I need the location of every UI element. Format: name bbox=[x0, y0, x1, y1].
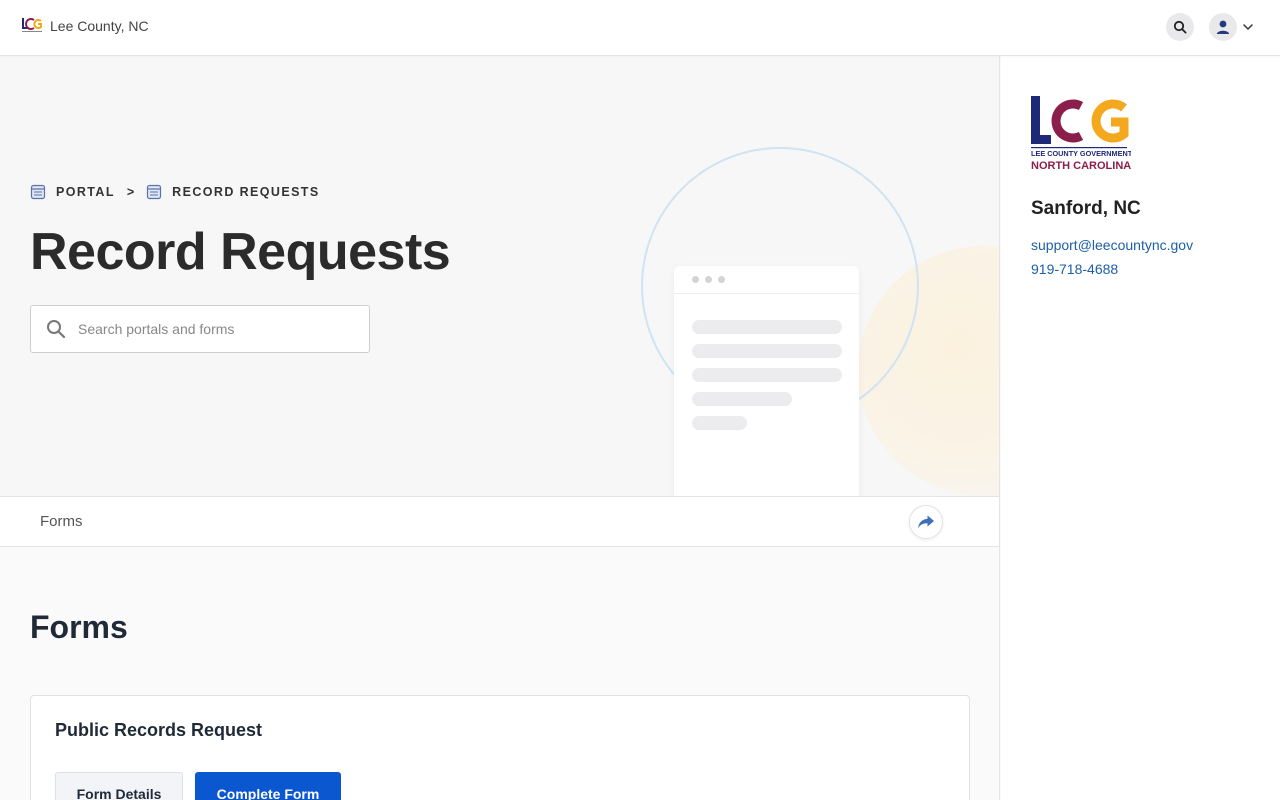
placeholder-line bbox=[692, 344, 842, 358]
city-name: Sanford, NC bbox=[1031, 198, 1141, 219]
placeholder-line bbox=[692, 368, 842, 382]
user-icon bbox=[1216, 20, 1230, 34]
share-button[interactable] bbox=[909, 505, 943, 539]
breadcrumb: PORTAL > RECORD REQUESTS bbox=[30, 184, 320, 200]
nav-link-forms[interactable]: Forms bbox=[40, 513, 83, 530]
header-search-button[interactable] bbox=[1166, 13, 1194, 41]
page-title: Record Requests bbox=[30, 223, 451, 281]
support-phone-link[interactable]: 919-718-4688 bbox=[1031, 261, 1118, 277]
contact-sidebar: LEE COUNTY GOVERNMENT NORTH CAROLINA San… bbox=[1001, 56, 1280, 800]
search-icon bbox=[1173, 20, 1187, 34]
card-header bbox=[674, 266, 859, 294]
breadcrumb-separator: > bbox=[126, 185, 135, 199]
main-content: PORTAL > RECORD REQUESTS Record Requests… bbox=[0, 56, 1000, 800]
section-nav: Forms bbox=[0, 496, 999, 547]
portal-search[interactable] bbox=[30, 305, 370, 353]
breadcrumb-record-requests[interactable]: RECORD REQUESTS bbox=[172, 185, 319, 199]
logo-line-state: NORTH CAROLINA bbox=[1031, 160, 1131, 172]
search-icon bbox=[47, 320, 66, 339]
hero-decoration-card bbox=[674, 266, 859, 496]
breadcrumb-portal[interactable]: PORTAL bbox=[56, 185, 115, 199]
user-menu-button[interactable] bbox=[1209, 13, 1237, 41]
top-bar: Lee County, NC bbox=[0, 0, 1280, 56]
hero: PORTAL > RECORD REQUESTS Record Requests bbox=[0, 56, 999, 496]
form-details-button[interactable]: Form Details bbox=[55, 772, 183, 800]
lee-county-government-logo: LEE COUNTY GOVERNMENT NORTH CAROLINA bbox=[1031, 96, 1131, 172]
forms-section-title: Forms bbox=[30, 609, 128, 645]
site-name: Lee County, NC bbox=[50, 18, 149, 34]
window-dot bbox=[705, 276, 712, 283]
county-logo-icon bbox=[22, 18, 42, 32]
support-email-link[interactable]: support@leecountync.gov bbox=[1031, 237, 1193, 253]
portal-icon bbox=[30, 184, 46, 200]
search-input[interactable] bbox=[78, 321, 338, 337]
placeholder-line bbox=[692, 320, 842, 334]
form-card: Public Records Request Form Details Comp… bbox=[30, 695, 970, 800]
brand[interactable]: Lee County, NC bbox=[22, 17, 149, 35]
window-dot bbox=[692, 276, 699, 283]
logo-line-government: LEE COUNTY GOVERNMENT bbox=[1031, 149, 1131, 158]
complete-form-button[interactable]: Complete Form bbox=[195, 772, 341, 800]
placeholder-line bbox=[692, 416, 747, 430]
chevron-down-icon[interactable] bbox=[1241, 20, 1255, 34]
placeholder-line bbox=[692, 392, 792, 406]
window-dot bbox=[718, 276, 725, 283]
share-icon bbox=[918, 515, 934, 529]
record-requests-icon bbox=[147, 184, 162, 200]
form-title: Public Records Request bbox=[55, 720, 263, 740]
